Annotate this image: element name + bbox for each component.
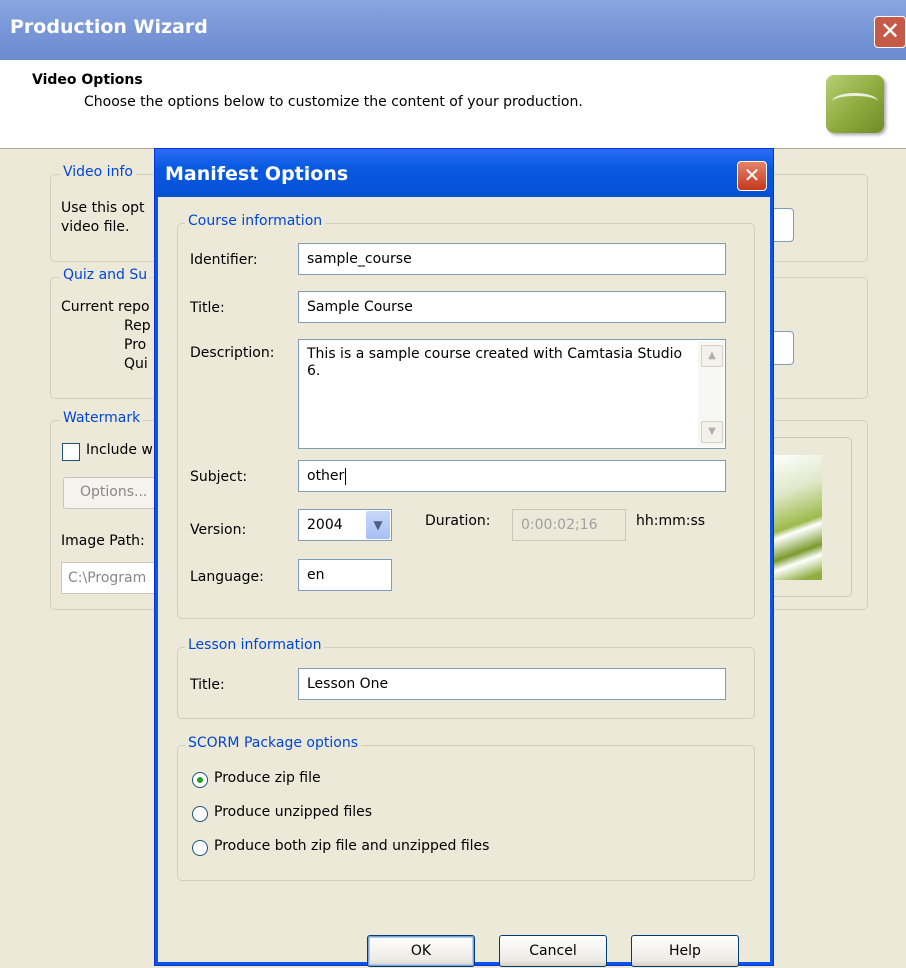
scroll-down-icon[interactable]: ▼ [701,421,723,443]
include-watermark-label: Include w [86,442,153,458]
description-textarea[interactable]: This is a sample course created with Cam… [298,339,726,449]
lesson-information-title: Lesson information [185,637,325,653]
description-scrollbar[interactable]: ▲ ▼ [698,341,724,447]
video-info-text: Use this opt [61,200,145,216]
description-label: Description: [190,345,275,361]
cancel-button[interactable]: Cancel [499,935,607,967]
course-information-title: Course information [185,213,326,229]
dialog-title: Manifest Options [165,163,349,185]
identifier-label: Identifier: [190,252,258,268]
subject-field[interactable]: other [298,460,726,492]
help-button[interactable]: Help [631,935,739,967]
duration-label: Duration: [425,513,491,529]
radio-produce-unzipped[interactable] [192,806,208,822]
wizard-close-icon[interactable]: ✕ [874,16,906,48]
chevron-down-icon[interactable]: ▼ [366,511,390,539]
duration-field: 0:00:02;16 [512,509,626,541]
description-text: This is a sample course created with Cam… [307,346,683,379]
watermark-group-title: Watermark [60,410,144,426]
language-label: Language: [190,569,264,585]
version-value: 2004 [307,517,343,533]
subject-label: Subject: [190,469,248,485]
image-path-label: Image Path: [61,533,145,549]
wizard-title: Production Wizard [10,16,208,38]
quiz-report-text: Current repo [61,299,150,315]
version-label: Version: [190,522,247,538]
language-field[interactable]: en [298,559,392,591]
wizard-header-title: Video Options [32,72,143,88]
lesson-title-field[interactable]: Lesson One [298,668,726,700]
duration-units: hh:mm:ss [636,513,706,529]
radio-produce-zip[interactable] [192,772,208,788]
video-info-group-title: Video info [60,164,136,180]
manifest-options-dialog: Manifest Options ✕ Course information Id… [154,148,774,967]
course-title-field[interactable]: Sample Course [298,291,726,323]
quiz-report-line: Rep [124,318,151,334]
camtasia-logo-icon [826,75,884,133]
radio-label: Produce both zip file and unzipped files [214,838,490,854]
scroll-up-icon[interactable]: ▲ [701,345,723,367]
watermark-preview-image [770,455,822,580]
course-title-label: Title: [190,300,225,316]
subject-value: other [307,468,345,484]
version-dropdown[interactable]: 2004 ▼ [298,509,392,541]
lesson-title-label: Title: [190,677,225,693]
quiz-group-title: Quiz and Su [60,267,151,283]
wizard-header-subtitle: Choose the options below to customize th… [84,94,583,110]
dialog-title-bar: Manifest Options ✕ [155,149,773,197]
wizard-header: Video Options Choose the options below t… [0,60,906,149]
quiz-report-line: Qui [124,356,148,372]
wizard-title-bar: Production Wizard ✕ [0,0,906,60]
radio-label: Produce zip file [214,770,321,786]
video-info-text-2: video file. [61,219,130,235]
radio-produce-both[interactable] [192,840,208,856]
scorm-options-title: SCORM Package options [185,735,361,751]
text-cursor [345,467,347,485]
ok-button[interactable]: OK [367,935,475,967]
radio-label: Produce unzipped files [214,804,373,820]
dialog-close-icon[interactable]: ✕ [737,161,767,191]
quiz-report-line: Pro [124,337,147,353]
identifier-field[interactable]: sample_course [298,243,726,275]
include-watermark-checkbox[interactable] [62,443,80,461]
